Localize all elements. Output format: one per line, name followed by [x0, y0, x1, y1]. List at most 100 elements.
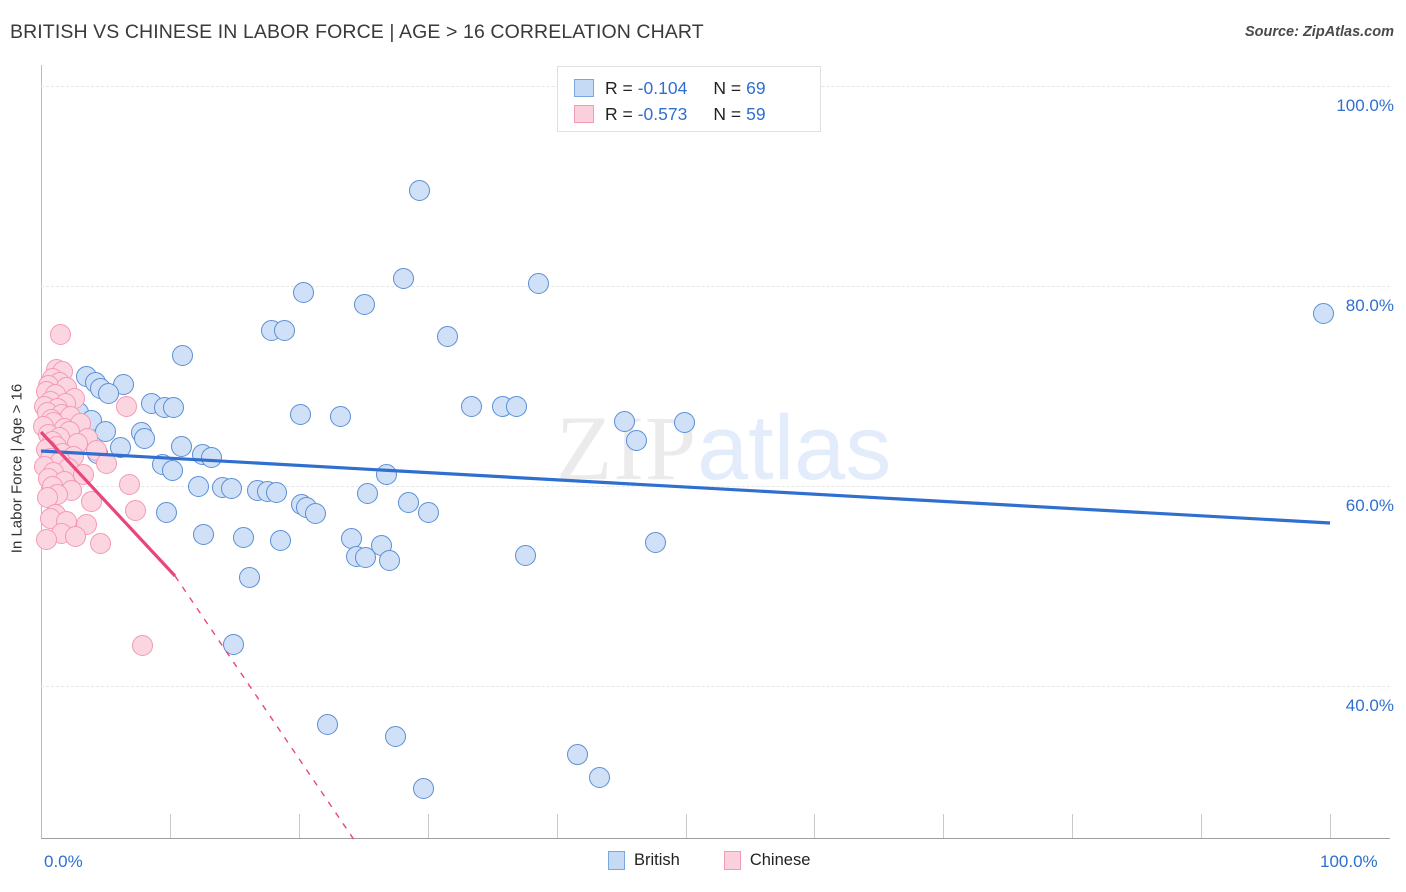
scatter-point-british [293, 281, 315, 303]
n-value: 59 [746, 103, 766, 124]
scatter-point-british [506, 395, 528, 417]
scatter-point-british [409, 179, 431, 201]
scatter-point-british [222, 633, 244, 655]
scatter-point-chinese [124, 499, 146, 521]
x-axis-tick [298, 814, 300, 838]
series-legend: British Chinese [608, 851, 810, 870]
r-value: -0.573 [637, 103, 688, 124]
scatter-point-british [588, 766, 610, 788]
scatter-point-british [221, 477, 243, 499]
scatter-point-british [172, 344, 194, 366]
scatter-point-british [232, 526, 254, 548]
scatter-point-british [1313, 302, 1335, 324]
watermark-atlas: atlas [697, 397, 892, 499]
scatter-point-british [378, 549, 400, 571]
scatter-point-british [133, 427, 155, 449]
scatter-point-chinese [119, 473, 141, 495]
scatter-point-british [239, 566, 261, 588]
scatter-point-british [163, 396, 185, 418]
scatter-point-british [461, 395, 483, 417]
scatter-point-british [270, 529, 292, 551]
n-label: N = [713, 103, 742, 124]
scatter-point-british [329, 405, 351, 427]
x-axis-tick [1201, 814, 1203, 838]
scatter-point-british [375, 463, 397, 485]
x-axis-tick [556, 814, 558, 838]
scatter-point-british [418, 501, 440, 523]
x-axis-tick [1330, 814, 1331, 838]
scatter-point-british [566, 743, 588, 765]
scatter-point-british [161, 459, 183, 481]
scatter-point-british [436, 325, 458, 347]
scatter-point-british [97, 382, 119, 404]
scatter-point-chinese [115, 395, 137, 417]
scatter-point-british [155, 501, 177, 523]
scatter-point-british [413, 777, 435, 799]
legend-swatch-british [574, 79, 594, 97]
gridline [41, 286, 1390, 287]
legend-swatch-chinese [574, 105, 594, 123]
x-axis-tick [943, 814, 945, 838]
scatter-point-british [192, 523, 214, 545]
series-legend-label: Chinese [749, 851, 811, 869]
scatter-point-british [274, 319, 296, 341]
scatter-point-british [316, 713, 338, 735]
scatter-point-british [528, 272, 550, 294]
scatter-point-british [200, 446, 222, 468]
scatter-point-british [354, 293, 376, 315]
scatter-point-chinese [65, 525, 87, 547]
scatter-point-british [266, 481, 288, 503]
y-axis-tick-label: 60.0% [1345, 496, 1394, 515]
chinese-trendline-extension [174, 575, 357, 843]
scatter-point-chinese [80, 490, 102, 512]
x-axis-line [41, 838, 1390, 839]
gridline [41, 486, 1390, 487]
x-axis-tick [427, 814, 429, 838]
correlation-legend-row: R = -0.104 N = 69 [574, 75, 820, 101]
source-attribution: Source: ZipAtlas.com [1244, 24, 1394, 40]
scatter-point-british [305, 502, 327, 524]
scatter-point-british [110, 436, 132, 458]
series-legend-label: British [634, 851, 680, 869]
scatter-point-british [171, 435, 192, 457]
scatter-point-chinese [132, 634, 154, 656]
x-axis-tick [814, 814, 816, 838]
x-axis-tick [169, 814, 171, 838]
gridline [41, 686, 1390, 687]
scatter-point-british [94, 420, 116, 442]
chart-root: BRITISH VS CHINESE IN LABOR FORCE | AGE … [0, 0, 1406, 892]
x-axis-max-label: 100.0% [1320, 852, 1378, 871]
watermark: ZIPatlas [556, 402, 891, 494]
scatter-point-british [614, 410, 636, 432]
scatter-point-chinese [35, 528, 57, 550]
scatter-point-british [673, 411, 695, 433]
r-label: R = [605, 77, 633, 98]
correlation-legend-row: R = -0.573 N = 59 [574, 101, 820, 127]
y-axis-tick-label: 80.0% [1345, 296, 1394, 315]
scatter-point-british [355, 546, 377, 568]
scatter-point-british [392, 267, 414, 289]
y-axis-tick-label: 100.0% [1336, 96, 1394, 115]
scatter-point-british [356, 482, 378, 504]
scatter-point-chinese [49, 323, 71, 345]
series-swatch-chinese [723, 851, 741, 870]
r-value: -0.104 [637, 77, 688, 98]
series-legend-item-chinese[interactable]: Chinese [723, 851, 811, 870]
scatter-point-chinese [96, 452, 118, 474]
scatter-point-british [384, 725, 406, 747]
x-axis-tick [1072, 814, 1074, 838]
series-legend-item-british[interactable]: British [608, 851, 680, 870]
n-value: 69 [746, 77, 766, 98]
scatter-point-british [515, 544, 537, 566]
y-axis-title: In Labor Force | Age > 16 [8, 383, 26, 554]
r-label: R = [605, 103, 633, 124]
scatter-point-chinese [89, 532, 111, 554]
page-title: BRITISH VS CHINESE IN LABOR FORCE | AGE … [10, 21, 704, 43]
scatter-point-british [626, 429, 648, 451]
y-axis-tick-label: 40.0% [1345, 696, 1394, 715]
x-axis-min-label: 0.0% [44, 852, 83, 871]
n-label: N = [713, 77, 742, 98]
scatter-point-british [645, 531, 667, 553]
scatter-point-british [397, 491, 419, 513]
x-axis-tick [685, 814, 687, 838]
